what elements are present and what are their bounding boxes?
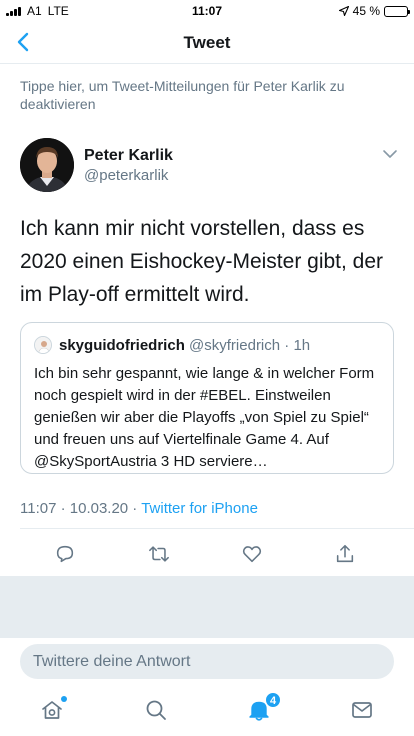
separator-band [0, 576, 414, 638]
quoted-tweet[interactable]: skyguidofriedrich @skyfriedrich · 1h Ich… [20, 322, 394, 474]
tab-home[interactable] [40, 696, 67, 724]
tab-messages[interactable] [350, 698, 376, 724]
like-icon [242, 546, 262, 563]
quoted-avatar-image [35, 337, 51, 353]
status-bar: A1 LTE 11:07 45 % [0, 0, 414, 22]
notification-count-badge: 4 [265, 692, 281, 708]
notification-toggle-hint[interactable]: Tippe hier, um Tweet-Mitteilungen für Pe… [20, 77, 390, 113]
tweet-author: Peter Karlik @peterkarlik [20, 138, 400, 194]
search-icon [146, 700, 166, 720]
page-title: Tweet [183, 33, 231, 52]
like-button[interactable] [241, 543, 267, 569]
quoted-text: Ich bin sehr gespannt, wie lange & in we… [34, 365, 375, 470]
reply-input[interactable] [20, 644, 394, 679]
reply-composer [0, 638, 414, 686]
author-name[interactable]: Peter Karlik [84, 147, 173, 165]
quoted-age: · 1h [284, 337, 311, 354]
reply-button[interactable] [54, 543, 80, 569]
reply-icon [56, 545, 74, 563]
battery-percent: 45 % [352, 4, 380, 18]
tab-search[interactable] [144, 698, 170, 724]
author-handle[interactable]: @peterkarlik [84, 167, 168, 184]
messages-icon [352, 702, 372, 718]
tweet-source-link[interactable]: Twitter for iPhone [141, 500, 258, 517]
quoted-header: skyguidofriedrich @skyfriedrich · 1h [59, 337, 310, 354]
home-new-dot [61, 696, 67, 702]
avatar-image [20, 138, 74, 192]
quoted-avatar [34, 336, 52, 354]
divider [20, 528, 414, 529]
chevron-down-icon [383, 150, 397, 158]
quoted-author-name: skyguidofriedrich [59, 337, 185, 354]
tab-bar: 4 [0, 686, 414, 736]
battery-icon [384, 5, 410, 17]
tab-notifications[interactable]: 4 [247, 692, 281, 724]
home-icon [42, 701, 62, 719]
tweet-actions [0, 541, 414, 571]
location-arrow-icon [338, 6, 349, 16]
tweet-options-button[interactable] [382, 146, 398, 162]
tweet-date: 11:07 · 10.03.20 · [20, 500, 142, 517]
retweet-icon [149, 546, 169, 562]
nav-bar: Tweet [0, 22, 414, 64]
share-button[interactable] [334, 543, 360, 569]
tweet-text: Ich kann mir nicht vorstellen, dass es 2… [20, 217, 384, 306]
tweet-timestamp: 11:07 · 10.03.20 · Twitter for iPhone [20, 500, 258, 517]
avatar[interactable] [20, 138, 74, 192]
quoted-author-handle: @skyfriedrich [189, 337, 281, 354]
share-icon [336, 544, 354, 563]
status-right: 45 % [338, 4, 410, 18]
retweet-button[interactable] [148, 543, 174, 569]
